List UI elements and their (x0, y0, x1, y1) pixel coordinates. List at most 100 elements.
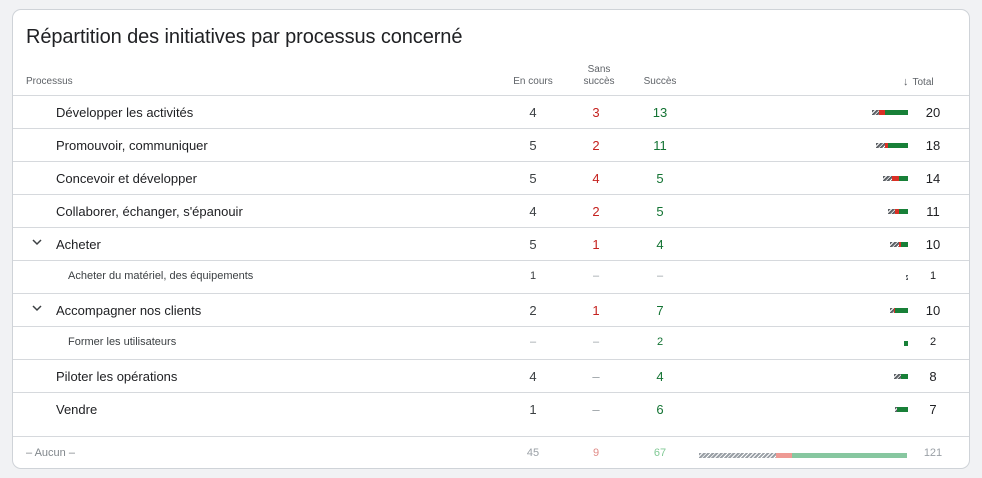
cell-success: 2 (656, 336, 664, 348)
cell-failure: – (592, 369, 600, 384)
table-row[interactable]: Former les utilisateurs – – 2 2 (13, 327, 969, 360)
bar-segment-in-progress (893, 374, 901, 379)
row-stacked-bar (906, 275, 908, 280)
bar-segment-in-progress (882, 176, 892, 181)
cell-total: 11 (926, 204, 940, 219)
cell-success: 4 (656, 237, 664, 252)
footer-label: – Aucun – (26, 447, 75, 459)
table-header: Processus En cours Sans succès Succès ↓ To… (13, 62, 969, 96)
cell-success: 6 (656, 402, 664, 417)
table-row[interactable]: Concevoir et développer 5 4 5 14 (13, 162, 969, 195)
cell-failure: 2 (592, 138, 600, 153)
cell-total: 2 (929, 336, 937, 348)
row-stacked-bar (882, 176, 908, 181)
cell-failure: 4 (592, 171, 600, 186)
card-title: Répartition des initiatives par processu… (26, 26, 463, 48)
table-row[interactable]: Vendre 1 – 6 7 (13, 393, 969, 426)
cell-in-progress: – (529, 336, 537, 348)
bar-segment-success (895, 308, 908, 313)
bar-segment-success (898, 176, 908, 181)
cell-in-progress: 5 (529, 138, 537, 153)
bar-segment-success (904, 341, 908, 346)
cell-success: 11 (653, 138, 667, 153)
row-stacked-bar (895, 407, 908, 412)
distribution-card: Répartition des initiatives par processu… (12, 9, 970, 469)
column-header-process[interactable]: Processus (26, 76, 73, 87)
cell-in-progress: 5 (529, 171, 537, 186)
bar-segment-success (898, 209, 908, 214)
cell-total: 8 (929, 369, 937, 384)
chevron-down-icon[interactable] (31, 236, 43, 248)
cell-success: 7 (656, 303, 664, 318)
row-label: Vendre (56, 402, 98, 417)
table-row[interactable]: Développer les activités 4 3 13 20 (13, 96, 969, 129)
column-header-failure[interactable]: Sans succès (569, 64, 629, 88)
table-row[interactable]: Collaborer, échanger, s'épanouir 4 2 5 11 (13, 195, 969, 228)
cell-total: 10 (925, 237, 941, 252)
bar-segment-in-progress (872, 110, 880, 115)
bar-segment-success (900, 242, 908, 247)
bar-segment-success (900, 374, 908, 379)
footer-total: 121 (923, 447, 943, 459)
cell-failure: – (592, 402, 600, 417)
cell-failure: 1 (592, 303, 600, 318)
row-label: Collaborer, échanger, s'épanouir (56, 204, 243, 219)
table-row[interactable]: Acheter du matériel, des équipements 1 – – 1 (13, 261, 969, 294)
bar-segment-in-progress (699, 453, 777, 458)
column-header-failure-line2: succès (583, 76, 615, 87)
cell-in-progress: 1 (529, 270, 537, 282)
table-footer-row[interactable]: – Aucun – 45 9 67 121 (13, 436, 969, 468)
table-row[interactable]: Piloter les opérations 4 – 4 8 (13, 360, 969, 393)
row-label: Développer les activités (56, 105, 194, 120)
table-row[interactable]: Accompagner nos clients 2 1 7 10 (13, 294, 969, 327)
cell-failure: 2 (592, 204, 600, 219)
bar-segment-success (888, 143, 908, 148)
cell-total: 14 (925, 171, 941, 186)
cell-total: 10 (925, 303, 941, 318)
footer-stacked-bar (699, 453, 907, 458)
bar-segment-failure (891, 176, 899, 181)
row-stacked-bar (875, 143, 908, 148)
footer-failure: 9 (592, 447, 600, 459)
arrow-down-icon: ↓ (903, 76, 909, 88)
cell-failure: 1 (592, 237, 600, 252)
row-label: Accompagner nos clients (56, 303, 202, 318)
footer-in-progress: 45 (526, 447, 540, 459)
row-stacked-bar (890, 242, 908, 247)
cell-success: 5 (656, 204, 664, 219)
bar-segment-failure (776, 453, 792, 458)
row-stacked-bar (904, 341, 908, 346)
row-stacked-bar (890, 308, 908, 313)
cell-in-progress: 5 (529, 237, 537, 252)
cell-failure: 3 (592, 105, 600, 120)
row-label: Acheter du matériel, des équipements (68, 270, 254, 282)
bar-segment-in-progress (890, 242, 899, 247)
cell-failure: – (592, 270, 600, 282)
row-stacked-bar (888, 209, 908, 214)
cell-total: 18 (925, 138, 941, 153)
row-label: Promouvoir, communiquer (56, 138, 208, 153)
column-header-success[interactable]: Succès (630, 76, 690, 87)
cell-total: 20 (925, 105, 941, 120)
column-header-total[interactable]: ↓ Total (903, 76, 934, 88)
cell-in-progress: 4 (529, 369, 537, 384)
table-row[interactable]: Acheter 5 1 4 10 (13, 228, 969, 261)
bar-segment-success (884, 110, 908, 115)
column-header-in-progress[interactable]: En cours (503, 76, 563, 87)
cell-failure: – (592, 336, 600, 348)
column-header-total-label: Total (912, 77, 934, 88)
chevron-down-icon[interactable] (31, 302, 43, 314)
cell-success: – (656, 270, 664, 282)
cell-success: 4 (656, 369, 664, 384)
cell-total: 1 (929, 270, 937, 282)
cell-success: 13 (652, 105, 668, 120)
column-header-failure-line1: Sans (587, 64, 611, 75)
bar-segment-success (897, 407, 908, 412)
row-label: Former les utilisateurs (68, 336, 177, 348)
row-stacked-bar (872, 110, 908, 115)
cell-in-progress: 4 (529, 204, 537, 219)
table-row[interactable]: Promouvoir, communiquer 5 2 11 18 (13, 129, 969, 162)
bar-segment-in-progress (875, 143, 885, 148)
footer-success: 67 (653, 447, 667, 459)
row-stacked-bar (893, 374, 908, 379)
